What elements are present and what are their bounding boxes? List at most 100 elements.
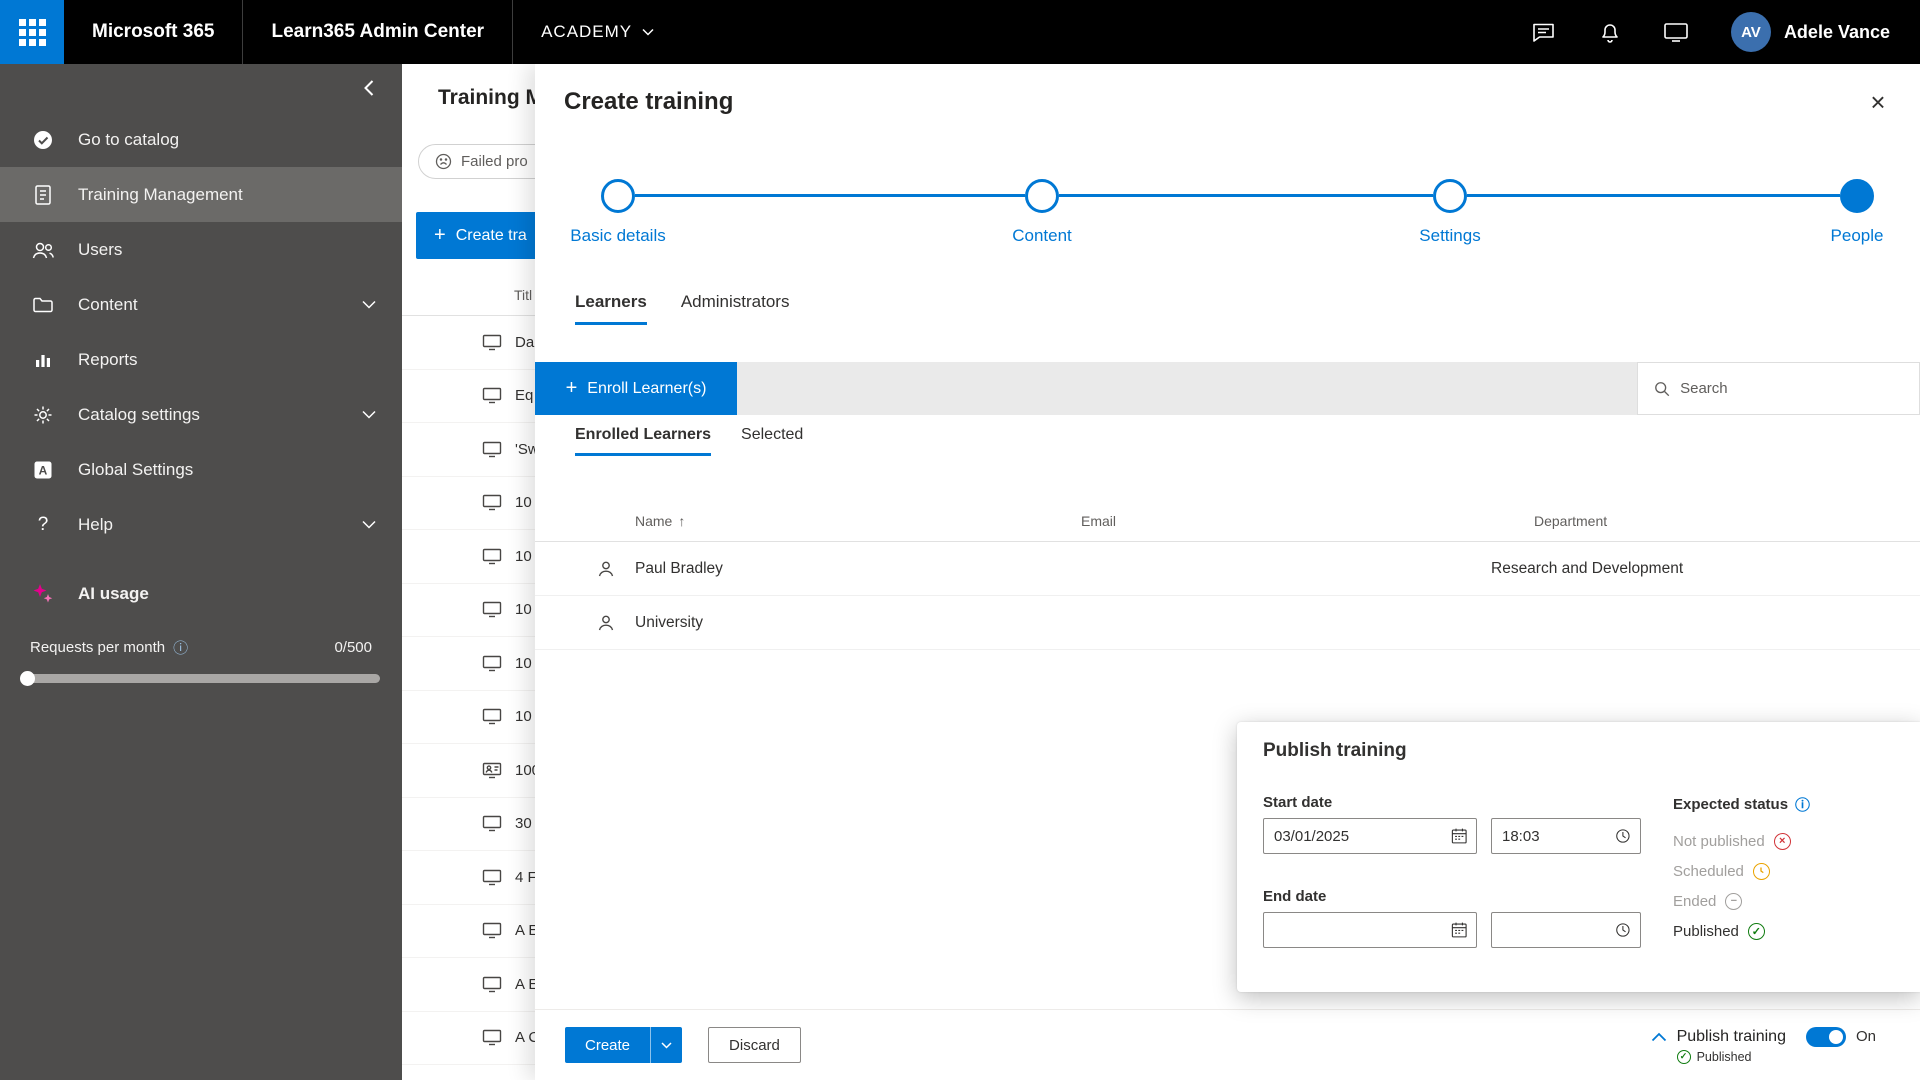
published-status-label: Published bbox=[1697, 1050, 1752, 1064]
check-circle-icon: ✓ bbox=[1677, 1050, 1691, 1064]
ai-usage-label: AI usage bbox=[78, 584, 149, 604]
avatar[interactable]: AV bbox=[1731, 12, 1771, 52]
monitor-icon bbox=[482, 708, 502, 725]
sidebar-item-label: Catalog settings bbox=[78, 405, 200, 425]
step-connector bbox=[1059, 194, 1433, 197]
sidebar-item-global-settings[interactable]: A Global Settings bbox=[0, 442, 402, 497]
tenant-dropdown[interactable]: ACADEMY bbox=[512, 0, 682, 64]
search-icon bbox=[1654, 380, 1670, 398]
start-date-input[interactable] bbox=[1274, 828, 1451, 845]
clock-icon[interactable] bbox=[1615, 827, 1631, 845]
error-circle-icon: × bbox=[1774, 833, 1791, 850]
person-icon bbox=[597, 614, 635, 632]
waffle-icon bbox=[19, 19, 46, 46]
step-circle-settings[interactable] bbox=[1433, 179, 1467, 213]
enroll-learners-button[interactable]: + Enroll Learner(s) bbox=[535, 362, 737, 415]
create-button[interactable]: Create bbox=[565, 1027, 650, 1063]
status-ended: Ended − bbox=[1673, 886, 1791, 916]
step-label-people[interactable]: People bbox=[1831, 226, 1884, 246]
start-date-label: Start date bbox=[1263, 794, 1332, 811]
step-circle-people[interactable] bbox=[1840, 179, 1874, 213]
sidebar-collapse-button[interactable] bbox=[0, 64, 402, 112]
published-status-row: ✓ Published bbox=[1677, 1050, 1752, 1064]
create-split-button[interactable]: Create bbox=[565, 1027, 682, 1063]
learner-subtabs: Enrolled Learners Selected bbox=[575, 426, 803, 456]
status-scheduled: Scheduled bbox=[1673, 856, 1791, 886]
step-label-settings[interactable]: Settings bbox=[1419, 226, 1480, 246]
department-header-label: Department bbox=[1534, 513, 1607, 529]
tab-learners[interactable]: Learners bbox=[575, 292, 647, 325]
search-input[interactable] bbox=[1680, 380, 1903, 397]
end-time-input[interactable] bbox=[1502, 922, 1615, 939]
subtab-selected[interactable]: Selected bbox=[741, 426, 803, 456]
publish-training-label: Publish training bbox=[1677, 1028, 1786, 1046]
app-launcher-button[interactable] bbox=[0, 0, 64, 64]
end-date-field bbox=[1263, 912, 1477, 948]
notifications-button[interactable] bbox=[1577, 0, 1643, 64]
sidebar-item-ai-usage[interactable]: AI usage bbox=[0, 566, 402, 621]
column-header-email[interactable]: Email bbox=[1081, 513, 1534, 529]
step-circle-basic-details[interactable] bbox=[601, 179, 635, 213]
step-label-content[interactable]: Content bbox=[1012, 226, 1072, 246]
sidebar-item-reports[interactable]: Reports bbox=[0, 332, 402, 387]
end-date-input[interactable] bbox=[1274, 922, 1451, 939]
monitor-icon bbox=[482, 655, 502, 672]
tab-administrators[interactable]: Administrators bbox=[681, 292, 790, 325]
row-title: 4 F bbox=[515, 869, 537, 886]
column-header-label: Titl bbox=[514, 287, 532, 303]
ai-usage-progressbar bbox=[22, 674, 380, 683]
step-connector bbox=[635, 194, 1025, 197]
step-label-basic-details[interactable]: Basic details bbox=[570, 226, 665, 246]
microsoft-365-link[interactable]: Microsoft 365 bbox=[64, 0, 242, 64]
modal-footer: Create Discard Publish training On ✓ Pub… bbox=[535, 1009, 1920, 1080]
catalog-check-icon bbox=[30, 129, 56, 151]
step-circle-content[interactable] bbox=[1025, 179, 1059, 213]
folder-icon bbox=[30, 296, 56, 314]
info-icon[interactable]: ⓘ bbox=[1795, 794, 1810, 815]
sidebar-item-users[interactable]: Users bbox=[0, 222, 402, 277]
calendar-icon[interactable] bbox=[1451, 921, 1467, 939]
devices-button[interactable] bbox=[1643, 0, 1709, 64]
chevron-up-icon[interactable] bbox=[1651, 1032, 1667, 1042]
product-name: Microsoft 365 bbox=[92, 21, 214, 43]
admin-center-link[interactable]: Learn365 Admin Center bbox=[242, 0, 512, 64]
row-title: 10 bbox=[515, 494, 532, 511]
clock-icon[interactable] bbox=[1615, 921, 1631, 939]
column-header-department[interactable]: Department bbox=[1534, 513, 1920, 529]
end-time-field bbox=[1491, 912, 1641, 948]
learner-row[interactable]: University bbox=[535, 596, 1920, 650]
status-label: Scheduled bbox=[1673, 863, 1744, 880]
start-time-input[interactable] bbox=[1502, 828, 1615, 845]
name-header-label: Name bbox=[635, 513, 672, 529]
sidebar-item-training-management[interactable]: Training Management bbox=[0, 167, 402, 222]
gear-icon bbox=[30, 404, 56, 426]
column-header-name[interactable]: Name ↑ bbox=[635, 513, 1081, 529]
row-title: Eq bbox=[515, 387, 533, 404]
calendar-icon[interactable] bbox=[1451, 827, 1467, 845]
account-name[interactable]: Adele Vance bbox=[1784, 22, 1890, 43]
subtab-enrolled-learners[interactable]: Enrolled Learners bbox=[575, 426, 711, 456]
bell-icon bbox=[1598, 20, 1622, 44]
monitor-icon bbox=[482, 815, 502, 832]
publish-training-panel: Publish training Start date End date Exp… bbox=[1237, 722, 1920, 992]
info-icon[interactable]: ⓘ bbox=[173, 637, 188, 658]
monitor-icon bbox=[482, 441, 502, 458]
person-icon bbox=[597, 560, 635, 578]
sidebar-item-label: Global Settings bbox=[78, 460, 193, 480]
close-button[interactable]: × bbox=[1858, 82, 1898, 122]
close-icon: × bbox=[1870, 87, 1885, 118]
create-dropdown-button[interactable] bbox=[650, 1027, 682, 1063]
row-title: 10 bbox=[515, 708, 532, 725]
chat-button[interactable] bbox=[1511, 0, 1577, 64]
search-box bbox=[1637, 362, 1920, 415]
learner-row[interactable]: Paul Bradley Research and Development bbox=[535, 542, 1920, 596]
sidebar-item-catalog-settings[interactable]: Catalog settings bbox=[0, 387, 402, 442]
publish-toggle[interactable] bbox=[1806, 1027, 1846, 1047]
sidebar-item-help[interactable]: ? Help bbox=[0, 497, 402, 552]
sidebar-item-content[interactable]: Content bbox=[0, 277, 402, 332]
monitor-icon bbox=[482, 334, 502, 351]
discard-button[interactable]: Discard bbox=[708, 1027, 801, 1063]
person-monitor-icon bbox=[482, 762, 502, 779]
sidebar-item-go-to-catalog[interactable]: Go to catalog bbox=[0, 112, 402, 167]
toggle-state-label: On bbox=[1856, 1028, 1876, 1045]
